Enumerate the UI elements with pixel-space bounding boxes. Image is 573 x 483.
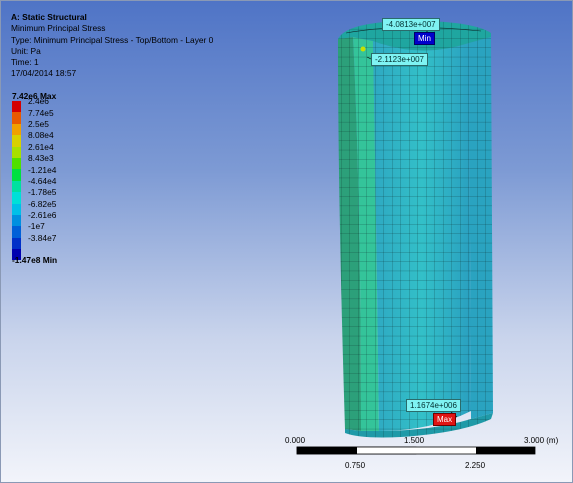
probe-label-top[interactable]: -4.0813e+007 (382, 18, 440, 31)
scale-bar (296, 446, 536, 455)
scale-label-2250: 2.250 (465, 461, 486, 470)
scale-label-1500: 1.500 (404, 436, 425, 445)
probe-label-mid[interactable]: -2.1123e+007 (371, 53, 429, 66)
scale-label-3000: 3.000 (m) (524, 436, 559, 445)
max-tag[interactable]: Max (433, 413, 457, 426)
min-tag[interactable]: Min (414, 32, 435, 45)
scale-label-0750: 0.750 (345, 461, 366, 470)
scale-label-0: 0.000 (285, 436, 306, 445)
model-view[interactable] (1, 1, 572, 482)
graphics-viewport[interactable]: A: Static Structural Minimum Principal S… (0, 0, 573, 483)
cylinder-model[interactable] (338, 20, 493, 438)
probe-label-bottom[interactable]: 1.1674e+006 (406, 399, 461, 412)
